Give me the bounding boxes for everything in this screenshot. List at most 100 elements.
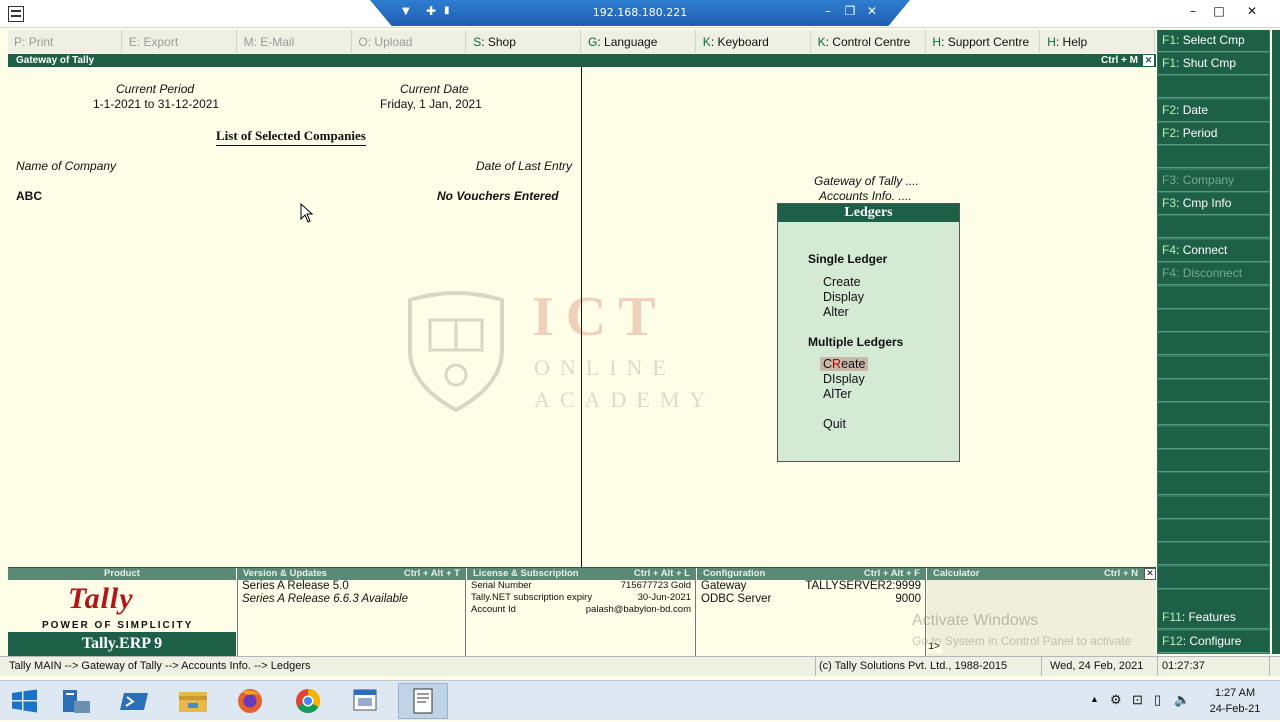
status-time: 01:27:37 <box>1158 657 1270 676</box>
fkey-label: Date <box>1182 103 1209 117</box>
fkey-blank <box>1158 146 1269 168</box>
academy-shield-icon <box>408 291 504 412</box>
current-period-value[interactable]: 1-1-2021 to 31-12-2021 <box>93 97 219 111</box>
fkey-blank <box>1158 473 1269 495</box>
windows-logo-icon <box>12 689 37 713</box>
file-explorer-icon[interactable] <box>168 683 218 719</box>
fkey-label: Disconnect <box>1182 266 1243 280</box>
fkey-blank <box>1158 380 1269 402</box>
remote-desktop-icon[interactable] <box>340 683 390 719</box>
system-tray: ▲ ⚙ ⊡ ▯ 🔈 1:27 AM 24-Feb-21 <box>1080 681 1280 721</box>
menu-item-post: lter <box>831 305 849 319</box>
tray-volume-icon[interactable]: 🔈 <box>1174 692 1190 708</box>
fkey-select-cmp[interactable]: F1: Select Cmp <box>1158 30 1269 52</box>
fkey-features[interactable]: F11: Features <box>1158 607 1269 629</box>
server-manager-icon[interactable] <box>52 683 102 719</box>
menu-label: Keyboard <box>717 35 769 49</box>
menu-trail-gateway[interactable]: Gateway of Tally .... <box>814 174 919 188</box>
fkey-key: F4 <box>1162 243 1177 257</box>
menu-item-single-alter[interactable]: Alter <box>823 305 849 319</box>
menu-label: Support Centre <box>947 35 1030 49</box>
menu-hotkey: P <box>14 35 23 49</box>
fkey-blank <box>1158 403 1269 425</box>
fkey-date[interactable]: F2: Date <box>1158 100 1269 122</box>
current-date-label: Current Date <box>400 82 469 96</box>
activate-windows-line1: Activate Windows <box>912 612 1039 629</box>
window-titlebar: ▼ ✚ ▮ 192.168.180.221 – ❐ ✕ – □ ✕ <box>0 0 1280 28</box>
menu-e-mail[interactable]: M: E-Mail <box>238 30 352 53</box>
tray-device-icon[interactable]: ▯ <box>1154 692 1161 708</box>
menu-support-centre[interactable]: H: Support Centre <box>926 30 1041 53</box>
firefox-icon[interactable] <box>225 683 275 719</box>
menu-item-post: isplay <box>832 290 864 304</box>
menu-trail-accounts[interactable]: Accounts Info. .... <box>819 189 912 203</box>
fkey-shut-cmp[interactable]: F1: Shut Cmp <box>1158 53 1269 75</box>
col-company-header: Name of Company <box>16 159 117 173</box>
tally-erp-taskbar-button[interactable] <box>398 683 448 719</box>
version-content[interactable]: Series A Release 5.0 Series A Release 6.… <box>237 580 466 656</box>
fkey-key: F2 <box>1162 126 1177 140</box>
menu-print[interactable]: P: Print <box>8 30 122 53</box>
fkey-configure[interactable]: F12: Configure <box>1158 631 1269 653</box>
menu-item-quit[interactable]: Quit <box>823 417 846 431</box>
tray-network-icon[interactable]: ⊡ <box>1132 692 1143 708</box>
clock-date[interactable]: 24-Feb-21 <box>1200 703 1270 715</box>
status-copyright: (c) Tally Solutions Pvt. Ltd., 1988-2015 <box>816 657 1042 676</box>
calculator-close-icon[interactable]: ✕ <box>1144 568 1156 580</box>
fkey-cmp-info[interactable]: F3: Cmp Info <box>1158 193 1269 215</box>
license-content[interactable]: Serial Number 715677723 Gold Tally.NET su… <box>467 580 696 656</box>
tray-app-icon[interactable]: ⚙ <box>1110 692 1122 708</box>
close-icon[interactable]: ✕ <box>1240 4 1264 22</box>
menu-item-single-create[interactable]: Create <box>823 275 861 289</box>
menu-item-single-display[interactable]: Display <box>823 290 864 304</box>
fkey-blank <box>1158 216 1269 238</box>
start-button[interactable] <box>0 683 50 719</box>
rdp-close-icon[interactable]: ✕ <box>860 4 884 22</box>
menu-item-post: splay <box>835 372 865 386</box>
product-name: Tally.ERP 9 <box>8 632 236 656</box>
menu-keyboard[interactable]: K: Keyboard <box>697 30 811 53</box>
menu-control-centre[interactable]: K: Control Centre <box>812 30 926 53</box>
fkey-period[interactable]: F2: Period <box>1158 123 1269 145</box>
company-row-name[interactable]: ABC <box>16 189 42 203</box>
ledgers-menu-title: Ledgers <box>778 204 959 222</box>
company-row-last-entry: No Vouchers Entered <box>437 189 559 203</box>
menu-item-pre: C <box>823 357 833 371</box>
tray-overflow-icon[interactable]: ▲ <box>1090 694 1099 704</box>
remote-desktop-bar: ▼ ✚ ▮ 192.168.180.221 – ❐ ✕ <box>370 0 910 26</box>
menu-item-multiple-create[interactable]: CReate <box>820 357 869 371</box>
fkey-blank <box>1158 357 1269 379</box>
gateway-close-icon[interactable]: ✕ <box>1143 55 1154 66</box>
fkey-label: Shut Cmp <box>1182 56 1237 70</box>
activate-windows-line2: Go to System in Control Panel to activat… <box>912 634 1132 648</box>
chrome-icon[interactable] <box>283 683 333 719</box>
fkey-disconnect[interactable]: F4: Disconnect <box>1158 263 1269 285</box>
menu-item-multiple-display[interactable]: DIsplay <box>823 372 865 386</box>
fkey-key: F3 <box>1162 173 1177 187</box>
menu-upload[interactable]: O: Upload <box>352 30 467 53</box>
mouse-cursor-icon <box>300 202 314 226</box>
rdp-restore-icon[interactable]: ❐ <box>838 4 862 22</box>
clock-time[interactable]: 1:27 AM <box>1200 687 1270 699</box>
menu-hotkey: H <box>1047 35 1056 49</box>
menu-item-multiple-alter[interactable]: AlTer <box>823 387 852 401</box>
menu-item-hot: C <box>823 275 833 289</box>
rdp-minimize-icon[interactable]: – <box>816 4 840 22</box>
fkey-connect[interactable]: F4: Connect <box>1158 240 1269 262</box>
minimize-icon[interactable]: – <box>1181 4 1205 22</box>
status-date: Wed, 24 Feb, 2021 <box>1042 657 1158 676</box>
fkey-key: F11 <box>1162 610 1182 624</box>
watermark-line3: ACADEMY <box>534 387 716 412</box>
account-row: Account Id palash@babylon-bd.com <box>471 604 691 615</box>
powershell-icon[interactable] <box>110 683 160 719</box>
menu-language[interactable]: G: Language <box>582 30 696 53</box>
menu-export[interactable]: E: Export <box>123 30 237 53</box>
tally-app-icon[interactable] <box>8 6 24 22</box>
menu-shop[interactable]: S: Shop <box>467 30 582 53</box>
config-content[interactable]: Gateway TALLYSERVER2:9999 ODBC Server 9000 <box>697 580 926 656</box>
fkey-company[interactable]: F3: Company <box>1158 170 1269 192</box>
current-date-value[interactable]: Friday, 1 Jan, 2021 <box>380 97 482 111</box>
current-period-label: Current Period <box>116 82 195 96</box>
maximize-icon[interactable]: □ <box>1207 4 1231 22</box>
menu-help[interactable]: H: Help <box>1041 30 1156 53</box>
